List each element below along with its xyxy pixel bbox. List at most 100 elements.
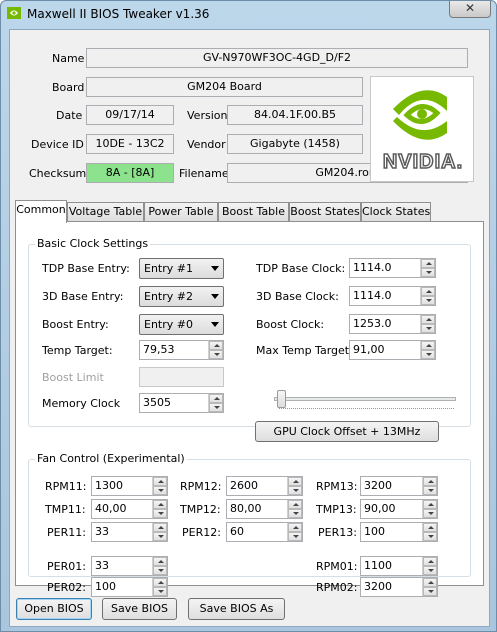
tmp13-value: 90,00 — [364, 502, 396, 515]
rpm02-spinner[interactable]: 3200 — [360, 577, 438, 597]
spin-down-icon[interactable] — [423, 532, 437, 541]
spin-down-icon[interactable] — [153, 532, 167, 541]
spin-up-icon[interactable] — [153, 523, 167, 532]
spin-up-icon[interactable] — [421, 315, 435, 324]
spin-up-icon[interactable] — [209, 341, 223, 350]
spin-down-icon[interactable] — [153, 509, 167, 518]
spin-down-icon[interactable] — [423, 509, 437, 518]
spin-up-icon[interactable] — [153, 578, 167, 587]
boost-limit-field — [139, 367, 224, 387]
spin-up-icon[interactable] — [421, 341, 435, 350]
tmp12-spinner[interactable]: 80,00 — [226, 499, 303, 519]
boost-clock-label: Boost Clock: — [256, 318, 325, 331]
save-bios-as-button[interactable]: Save BIOS As — [188, 598, 285, 620]
spin-up-icon[interactable] — [209, 394, 223, 403]
rpm12-spinner[interactable]: 2600 — [226, 476, 303, 496]
boost-limit-label: Boost Limit — [42, 371, 104, 384]
spin-up-icon[interactable] — [153, 477, 167, 486]
spin-up-icon[interactable] — [421, 259, 435, 268]
version-field: 84.04.1F.00.B5 — [227, 105, 363, 125]
per11-spinner[interactable]: 33 — [91, 522, 168, 542]
open-bios-button[interactable]: Open BIOS — [16, 598, 92, 620]
spin-down-icon[interactable] — [288, 532, 302, 541]
spin-up-icon[interactable] — [421, 287, 435, 296]
spin-down-icon[interactable] — [209, 350, 223, 359]
spin-down-icon[interactable] — [421, 324, 435, 333]
spin-down-icon[interactable] — [288, 509, 302, 518]
tab-boost-table[interactable]: Boost Table — [218, 202, 289, 222]
per01-spinner[interactable]: 33 — [91, 556, 168, 576]
3d-base-entry-select[interactable]: Entry #2 — [139, 286, 224, 307]
board-label: Board — [52, 81, 85, 94]
max-temp-target-spinner[interactable]: 91,00 — [349, 340, 436, 360]
3d-base-entry-value: Entry #2 — [144, 290, 193, 303]
rpm12-value: 2600 — [230, 479, 258, 492]
vendor-field: Gigabyte (1458) — [227, 134, 363, 154]
spin-up-icon[interactable] — [153, 557, 167, 566]
per02-value: 100 — [95, 580, 116, 593]
save-bios-button[interactable]: Save BIOS — [102, 598, 177, 620]
memory-clock-spinner[interactable]: 3505 — [139, 393, 224, 413]
gpu-clock-offset-button[interactable]: GPU Clock Offset + 13MHz — [255, 421, 439, 442]
spin-down-icon[interactable] — [421, 268, 435, 277]
spin-down-icon[interactable] — [423, 566, 437, 575]
tab-power-table[interactable]: Power Table — [144, 202, 218, 222]
rpm02-label: RPM02: — [316, 581, 358, 594]
3d-base-clock-spinner[interactable]: 1114.0 — [349, 286, 436, 306]
tmp13-spinner[interactable]: 90,00 — [360, 499, 438, 519]
per01-label: PER01: — [47, 560, 86, 573]
spin-down-icon[interactable] — [153, 566, 167, 575]
rpm11-spinner[interactable]: 1300 — [91, 476, 168, 496]
spin-up-icon[interactable] — [288, 500, 302, 509]
spin-down-icon[interactable] — [288, 486, 302, 495]
spin-up-icon[interactable] — [153, 500, 167, 509]
spin-up-icon[interactable] — [423, 500, 437, 509]
spin-down-icon[interactable] — [153, 486, 167, 495]
tab-boost-states[interactable]: Boost States — [289, 202, 361, 222]
tdp-base-entry-select[interactable]: Entry #1 — [139, 258, 224, 279]
per02-spinner[interactable]: 100 — [91, 577, 168, 597]
tdp-base-clock-value: 1114.0 — [353, 261, 392, 274]
tab-common[interactable]: Common — [15, 200, 67, 223]
spin-down-icon[interactable] — [421, 296, 435, 305]
clock-offset-slider-ticks — [279, 408, 454, 411]
spin-down-icon[interactable] — [209, 403, 223, 412]
boost-clock-value: 1253.0 — [353, 317, 392, 330]
title-bar[interactable]: Maxwell II BIOS Tweaker v1.36 ✕ — [1, 1, 496, 27]
per13-spinner[interactable]: 100 — [360, 522, 438, 542]
spin-down-icon[interactable] — [423, 587, 437, 596]
per12-label: PER12: — [182, 526, 221, 539]
3d-base-clock-label: 3D Base Clock: — [256, 290, 339, 303]
spin-up-icon[interactable] — [423, 477, 437, 486]
spin-up-icon[interactable] — [423, 523, 437, 532]
tab-voltage-table[interactable]: Voltage Table — [67, 202, 144, 222]
boost-entry-value: Entry #0 — [144, 318, 193, 331]
temp-target-spinner[interactable]: 79,53 — [139, 340, 224, 360]
tdp-base-entry-label: TDP Base Entry: — [42, 262, 130, 275]
tdp-base-clock-spinner[interactable]: 1114.0 — [349, 258, 436, 278]
tmp13-label: TMP13: — [316, 503, 357, 516]
spin-up-icon[interactable] — [423, 557, 437, 566]
close-button[interactable]: ✕ — [449, 1, 491, 18]
spin-down-icon[interactable] — [153, 587, 167, 596]
temp-target-label: Temp Target: — [42, 344, 113, 357]
spin-down-icon[interactable] — [423, 486, 437, 495]
tmp11-spinner[interactable]: 40,00 — [91, 499, 168, 519]
rpm13-spinner[interactable]: 3200 — [360, 476, 438, 496]
spin-up-icon[interactable] — [288, 523, 302, 532]
boost-clock-spinner[interactable]: 1253.0 — [349, 314, 436, 334]
clock-offset-slider-track[interactable] — [274, 397, 456, 401]
rpm13-label: RPM13: — [316, 480, 358, 493]
max-temp-target-label: Max Temp Target: — [256, 344, 353, 357]
spin-up-icon[interactable] — [423, 578, 437, 587]
per12-spinner[interactable]: 60 — [226, 522, 303, 542]
rpm01-spinner[interactable]: 1100 — [360, 556, 438, 576]
tab-clock-states[interactable]: Clock States — [361, 202, 431, 222]
max-temp-target-value: 91,00 — [353, 343, 385, 356]
version-label: Version — [187, 109, 228, 122]
per02-label: PER02: — [47, 581, 86, 594]
spin-up-icon[interactable] — [288, 477, 302, 486]
boost-entry-select[interactable]: Entry #0 — [139, 314, 224, 335]
clock-offset-slider-handle[interactable] — [277, 390, 286, 408]
spin-down-icon[interactable] — [421, 350, 435, 359]
